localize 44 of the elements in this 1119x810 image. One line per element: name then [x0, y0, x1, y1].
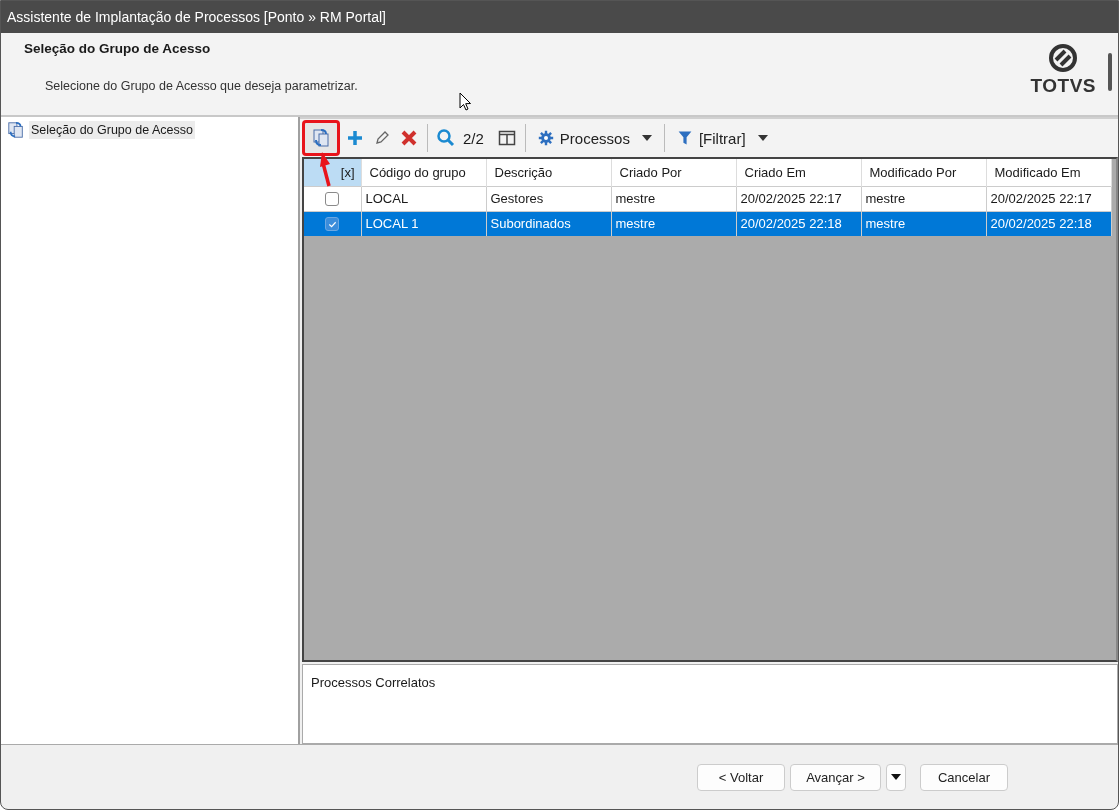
dropdown-button[interactable]: [886, 763, 906, 791]
column-header[interactable]: Modificado Em: [986, 159, 1111, 186]
plus-icon: [345, 128, 365, 148]
check-icon: [327, 219, 337, 229]
page-subtitle: Selecione do Grupo de Acesso que deseja parametrizar.: [45, 79, 358, 93]
window-title: Assistente de Implantação de Processos [Ponto » RM Portal]: [7, 9, 386, 25]
column-header[interactable]: Código do grupo: [361, 159, 486, 186]
column-header[interactable]: Criado Por: [611, 159, 736, 186]
table-cell: LOCAL 1: [361, 211, 486, 236]
refresh-button[interactable]: [302, 120, 340, 156]
caret-icon: [891, 774, 901, 780]
documents-arrows-icon: [311, 128, 331, 148]
details-title: Processos Correlatos: [311, 675, 436, 690]
record-count: 2/2: [463, 129, 484, 147]
column-header[interactable]: Descrição: [486, 159, 611, 186]
cancel-button[interactable]: Cancelar: [920, 763, 1008, 791]
logo-icon: [1048, 43, 1079, 73]
step-item[interactable]: Seleção do Grupo de Acesso: [29, 121, 195, 139]
row-checkbox[interactable]: [325, 192, 340, 207]
table-cell: mestre: [611, 211, 736, 236]
back-button[interactable]: < Voltar: [697, 763, 785, 791]
check-column-header[interactable]: [x]: [304, 159, 361, 186]
processes-menu[interactable]: Processos: [531, 127, 658, 149]
table-cell: 20/02/2025 22:18: [986, 211, 1111, 236]
column-header[interactable]: Criado Em: [736, 159, 861, 186]
table-cell: mestre: [861, 211, 986, 236]
column-header[interactable]: Modificado Por: [861, 159, 986, 186]
caret-icon: [641, 135, 652, 141]
table-cell: Subordinados: [486, 211, 611, 236]
row-checkbox[interactable]: [325, 217, 340, 232]
filter-menu[interactable]: [Filtrar]: [670, 127, 774, 149]
funnel-icon: [676, 130, 693, 146]
x-icon: [399, 128, 419, 148]
gear-icon: [537, 130, 554, 146]
caret-icon: [757, 135, 768, 141]
columns-icon: [496, 128, 517, 148]
page-title: Seleção do Grupo de Acesso: [24, 41, 212, 56]
step-icon: [7, 121, 25, 139]
scrollbar[interactable]: [1108, 53, 1112, 91]
mouse-pointer-icon: [459, 92, 472, 111]
next-button[interactable]: Avançar >: [790, 763, 881, 791]
logo-text: TOTVS: [1030, 75, 1096, 97]
search-icon: [436, 128, 456, 148]
table-cell: 20/02/2025 22:18: [736, 211, 861, 236]
